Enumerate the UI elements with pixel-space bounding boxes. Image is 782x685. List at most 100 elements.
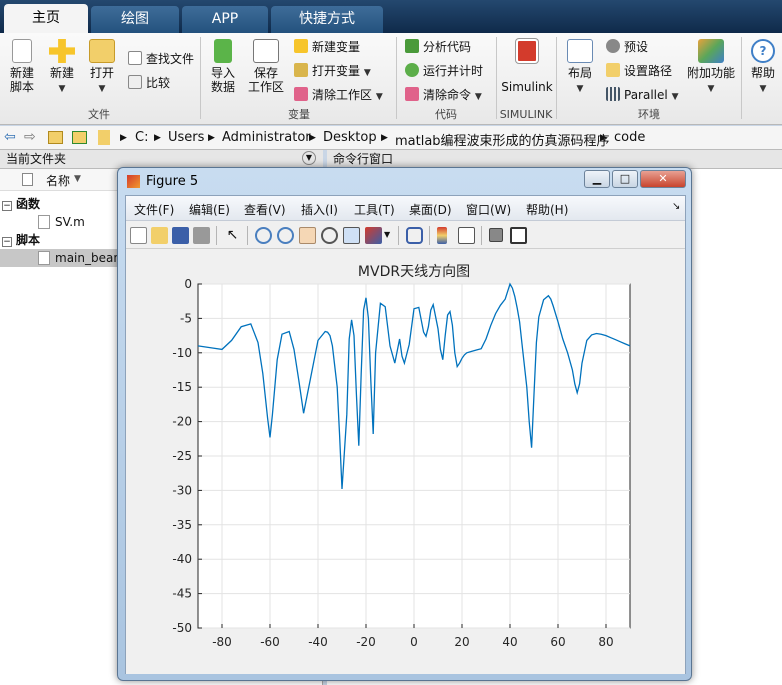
chevron-down-icon[interactable]: ▼: [384, 230, 390, 239]
clear-commands-button[interactable]: 清除命令 ▼: [405, 85, 482, 105]
menu-help[interactable]: 帮助(H): [526, 201, 568, 218]
menu-insert[interactable]: 插入(I): [301, 201, 338, 218]
save-icon[interactable]: [172, 227, 189, 244]
show-plot-tools-icon[interactable]: [510, 227, 527, 244]
link-plot-icon[interactable]: [406, 227, 423, 244]
new-button[interactable]: 新建 ▼: [44, 39, 80, 96]
addons-button[interactable]: 附加功能 ▼: [686, 39, 736, 96]
maximize-icon: □: [619, 172, 631, 185]
simulink-label: Simulink: [501, 80, 553, 94]
import-data-label: 导入 数据: [210, 66, 235, 94]
section-scripts[interactable]: − 脚本: [2, 231, 40, 249]
menu-window[interactable]: 窗口(W): [466, 201, 511, 218]
breadcrumb-users[interactable]: Users: [168, 130, 204, 145]
y-tick-label: -40: [172, 552, 192, 566]
section-functions[interactable]: − 函数: [2, 195, 40, 213]
breadcrumb-code[interactable]: code: [614, 130, 645, 145]
group-environment: 环境: [638, 108, 660, 121]
tab-plots[interactable]: 绘图: [91, 6, 179, 33]
rotate-3d-icon[interactable]: [321, 227, 338, 244]
menu-file[interactable]: 文件(F): [134, 201, 174, 218]
clear-workspace-label: 清除工作区: [312, 88, 373, 102]
import-arrow-icon: [214, 39, 232, 63]
section-label: 脚本: [16, 233, 41, 247]
zoom-in-icon[interactable]: [255, 227, 272, 244]
new-figure-icon[interactable]: [130, 227, 147, 244]
dock-arrow-icon[interactable]: ↘: [672, 201, 680, 212]
separator: [396, 37, 397, 119]
crumb-separator-icon: ▶: [309, 133, 316, 143]
colorbar-icon[interactable]: [437, 227, 447, 244]
compare-button[interactable]: 比较: [128, 73, 170, 93]
clear-workspace-button[interactable]: 清除工作区 ▼: [294, 85, 383, 105]
back-arrow-icon[interactable]: ⇦: [4, 129, 16, 145]
eraser-icon: [405, 87, 419, 101]
panel-menu-icon[interactable]: ▼: [302, 151, 316, 165]
parallel-label: Parallel: [624, 88, 668, 102]
figure-menubar: 文件(F) 编辑(E) 查看(V) 插入(I) 工具(T) 桌面(D) 窗口(W…: [126, 196, 685, 221]
new-label: 新建: [49, 66, 74, 80]
preferences-button[interactable]: 预设: [606, 37, 648, 57]
new-script-button[interactable]: 新建 脚本: [4, 39, 40, 94]
data-cursor-icon[interactable]: [343, 227, 360, 244]
compare-icon: [128, 75, 142, 89]
up-folder-icon[interactable]: [48, 131, 63, 144]
chevron-down-icon: ▼: [707, 84, 715, 94]
close-button[interactable]: ✕: [640, 170, 686, 188]
y-tick-label: -30: [172, 483, 192, 497]
figure-client: 文件(F) 编辑(E) 查看(V) 插入(I) 工具(T) 桌面(D) 窗口(W…: [125, 195, 686, 674]
brush-icon[interactable]: [365, 227, 382, 244]
menu-desktop[interactable]: 桌面(D): [409, 201, 452, 218]
maximize-button[interactable]: □: [612, 170, 638, 188]
legend-icon[interactable]: [458, 227, 475, 244]
separator: [481, 226, 482, 245]
pointer-icon[interactable]: ↖: [224, 227, 241, 244]
menu-view[interactable]: 查看(V): [244, 201, 286, 218]
set-path-button[interactable]: 设置路径: [606, 61, 672, 81]
open-variable-button[interactable]: 打开变量 ▼: [294, 61, 371, 81]
breadcrumb-c[interactable]: C:: [135, 130, 148, 145]
new-variable-button[interactable]: 新建变量: [294, 37, 360, 57]
tab-home[interactable]: 主页: [4, 4, 88, 33]
simulink-button[interactable]: Simulink: [500, 39, 554, 94]
run-timer-icon: [405, 63, 419, 77]
address-bar: ⇦ ⇨ ▶ C: ▶ Users ▶ Administrator ▶ Deskt…: [0, 126, 782, 150]
breadcrumb-project-folder[interactable]: matlab编程波束形成的仿真源码程序: [395, 130, 610, 149]
name-column-header[interactable]: 名称: [46, 172, 70, 189]
new-variable-label: 新建变量: [312, 40, 361, 54]
find-files-button[interactable]: 查找文件: [128, 49, 194, 69]
help-button[interactable]: ? 帮助 ▼: [746, 39, 780, 96]
open-button[interactable]: 打开 ▼: [84, 39, 120, 96]
parallel-button[interactable]: Parallel ▼: [606, 85, 678, 105]
collapse-icon[interactable]: −: [2, 237, 12, 247]
menu-tools[interactable]: 工具(T): [354, 201, 395, 218]
forward-arrow-icon[interactable]: ⇨: [24, 129, 36, 145]
minimize-button[interactable]: ▁: [584, 170, 610, 188]
file-item-main-bean[interactable]: main_bean: [0, 249, 121, 267]
analyze-code-button[interactable]: 分析代码: [405, 37, 471, 57]
hide-plot-tools-icon[interactable]: [489, 228, 503, 242]
pan-hand-icon[interactable]: [299, 227, 316, 244]
breadcrumb-administrator[interactable]: Administrator: [222, 130, 311, 145]
chevron-down-icon: ▼: [58, 84, 66, 94]
figure-window[interactable]: Figure 5 ▁ □ ✕ 文件(F) 编辑(E) 查看(V) 插入(I) 工…: [117, 167, 692, 681]
simulink-icon: [516, 39, 538, 63]
open-file-icon[interactable]: [151, 227, 168, 244]
mvdr-chart[interactable]: -80 -60 -40 -20 0 20 40 60 80 0 -5 -10 -15 -20 -25 -30 -…: [126, 250, 685, 674]
save-workspace-button[interactable]: 保存 工作区: [244, 39, 288, 94]
function-file-icon: [38, 215, 50, 229]
y-tick-label: -50: [172, 621, 192, 635]
import-data-button[interactable]: 导入 数据: [204, 39, 242, 94]
zoom-out-icon[interactable]: [277, 227, 294, 244]
separator: [398, 226, 399, 245]
tab-shortcuts[interactable]: 快捷方式: [271, 6, 383, 33]
breadcrumb-desktop[interactable]: Desktop: [323, 130, 377, 145]
tab-apps[interactable]: APP: [182, 6, 268, 33]
run-and-time-button[interactable]: 运行并计时: [405, 61, 483, 81]
print-icon[interactable]: [193, 227, 210, 244]
layout-button[interactable]: 布局 ▼: [562, 39, 598, 96]
menu-edit[interactable]: 编辑(E): [189, 201, 230, 218]
collapse-icon[interactable]: −: [2, 201, 12, 211]
file-item-sv[interactable]: SV.m: [38, 213, 85, 231]
browse-folder-icon[interactable]: [72, 131, 87, 144]
